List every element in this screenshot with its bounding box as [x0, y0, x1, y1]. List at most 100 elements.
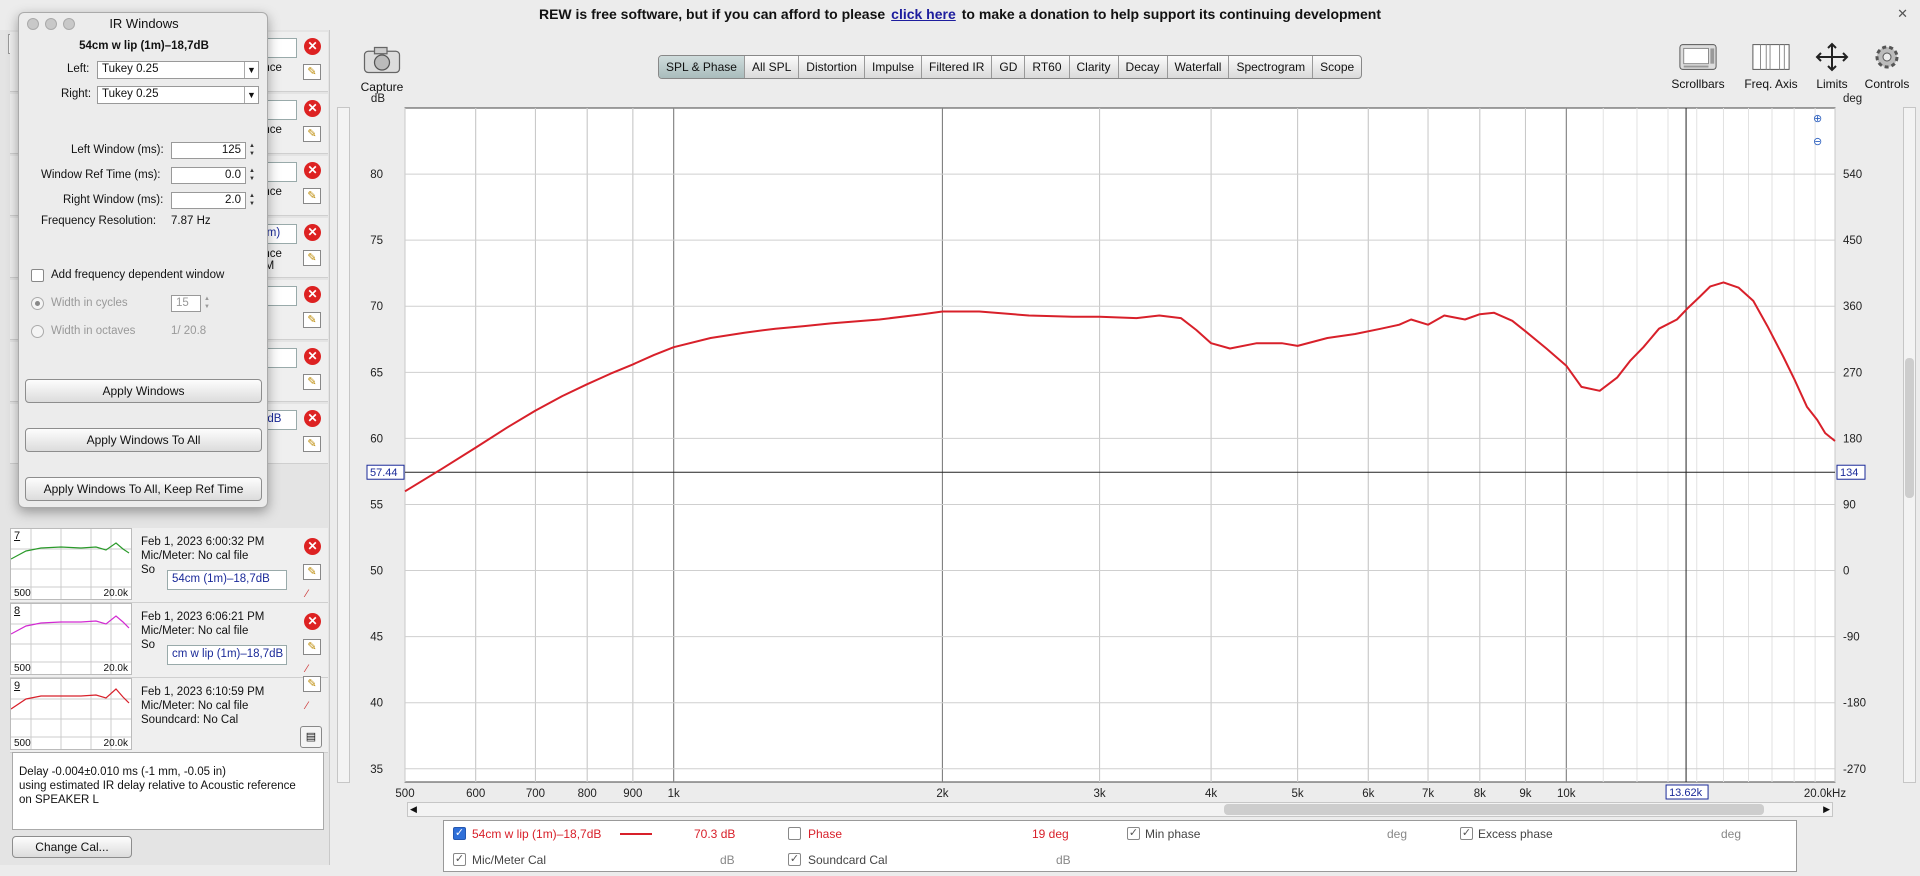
width-cycles-radio[interactable]	[31, 297, 44, 310]
change-cal-button[interactable]: Change Cal...	[12, 836, 132, 858]
tab-impulse[interactable]: Impulse	[865, 56, 923, 78]
pen-icon[interactable]: ⁄	[306, 663, 320, 675]
tab-decay[interactable]: Decay	[1119, 56, 1168, 78]
measurement-number: 8	[14, 605, 21, 617]
tab-filtered-ir[interactable]: Filtered IR	[922, 56, 993, 78]
mic-cal-checkbox[interactable]: ✓	[453, 853, 466, 866]
min-phase-checkbox[interactable]: ✓	[1127, 827, 1140, 840]
spl-phase-chart[interactable]: 500 600 700 800 900 1k 2k 3k 4k 5k 6k 7k 8k 9k 10k 20.0…	[330, 92, 1870, 802]
soundcard-cal-checkbox[interactable]: ✓	[788, 853, 801, 866]
excess-phase-label: Excess phase	[1478, 827, 1553, 841]
trace-color-swatch[interactable]	[620, 833, 652, 835]
delete-measurement-button[interactable]: ✕	[304, 538, 321, 555]
level-scroll-thumb[interactable]	[1905, 358, 1914, 498]
capture-button[interactable]: Capture	[358, 45, 406, 94]
delete-measurement-button[interactable]: ✕	[304, 224, 321, 241]
controls-label: Controls	[1864, 77, 1910, 91]
apply-windows-to-all-button[interactable]: Apply Windows To All	[25, 428, 262, 452]
notes-icon[interactable]: ▤	[300, 726, 322, 748]
excess-phase-checkbox[interactable]: ✓	[1460, 827, 1473, 840]
tab-distortion[interactable]: Distortion	[799, 56, 865, 78]
edit-icon[interactable]: ✎	[303, 436, 321, 452]
measurement-name-field[interactable]: 54cm (1m)–18,7dB	[167, 570, 287, 590]
width-cycles-label: Width in cycles	[51, 297, 128, 309]
controls-button[interactable]: Controls	[1862, 42, 1912, 91]
apply-windows-keep-ref-button[interactable]: Apply Windows To All, Keep Ref Time	[25, 477, 262, 501]
edit-icon[interactable]: ✎	[303, 676, 321, 692]
phase-checkbox[interactable]	[788, 827, 801, 840]
ref-time-stepper[interactable]: ▲ ▼	[247, 167, 257, 184]
left-window-field[interactable]: 125	[171, 142, 246, 159]
delete-measurement-button[interactable]: ✕	[304, 162, 321, 179]
tab-waterfall[interactable]: Waterfall	[1168, 56, 1230, 78]
right-window-field[interactable]: 2.0	[171, 192, 246, 209]
left-window-stepper[interactable]: ▲ ▼	[247, 142, 257, 159]
edit-icon[interactable]: ✎	[303, 374, 321, 390]
zoom-out-icon[interactable]: ⊖	[1813, 135, 1822, 148]
edit-icon[interactable]: ✎	[303, 639, 321, 655]
scrollbars-button[interactable]: Scrollbars	[1668, 42, 1728, 91]
cycles-field[interactable]: 15	[171, 295, 201, 312]
tab-all-spl[interactable]: All SPL	[745, 56, 800, 78]
scroll-left-icon[interactable]: ◀	[410, 804, 417, 815]
y-tick-label: 80	[370, 169, 383, 181]
note-line-1: Delay -0.004±0.010 ms (-1 mm, -0.05 in)	[19, 766, 226, 778]
delete-measurement-button[interactable]: ✕	[304, 286, 321, 303]
delete-measurement-button[interactable]: ✕	[304, 38, 321, 55]
delete-measurement-button[interactable]: ✕	[304, 100, 321, 117]
width-octaves-radio[interactable]	[31, 325, 44, 338]
left-window-type-select[interactable]: Tukey 0.25 ▼	[97, 61, 259, 79]
zoom-in-icon[interactable]: ⊕	[1813, 112, 1822, 125]
delete-measurement-button[interactable]: ✕	[304, 613, 321, 630]
measurement-thumbnail[interactable]: 9 500 20.0k	[10, 678, 132, 750]
y2-tick-label: 360	[1843, 301, 1862, 313]
tab-spectrogram[interactable]: Spectrogram	[1229, 56, 1314, 78]
measurement-number: 9	[14, 680, 21, 692]
y2-tick-label: 90	[1843, 499, 1856, 511]
edit-icon[interactable]: ✎	[303, 64, 321, 80]
y2-tick-label: -180	[1843, 698, 1866, 710]
donate-link[interactable]: click here	[891, 6, 956, 22]
right-window-stepper[interactable]: ▲ ▼	[247, 192, 257, 209]
gear-icon	[1875, 45, 1899, 69]
tab-gd[interactable]: GD	[992, 56, 1026, 78]
right-window-type-select[interactable]: Tukey 0.25 ▼	[97, 86, 259, 104]
y2-tick-label: -90	[1843, 632, 1860, 644]
right-window-type-value: Tukey 0.25	[102, 88, 159, 100]
fdw-checkbox[interactable]	[31, 269, 44, 282]
measurement-name-field[interactable]: cm w lip (1m)–18,7dB	[167, 645, 287, 665]
edit-icon[interactable]: ✎	[303, 564, 321, 580]
tab-spl-phase[interactable]: SPL & Phase	[659, 56, 745, 78]
frequency-scroll-thumb[interactable]	[1224, 804, 1764, 815]
limits-button[interactable]: Limits	[1812, 42, 1852, 91]
right-window-label: Right Window (ms):	[63, 194, 164, 206]
pen-icon[interactable]: ⁄	[306, 588, 320, 600]
ref-time-field[interactable]: 0.0	[171, 167, 246, 184]
edit-icon[interactable]: ✎	[303, 126, 321, 142]
freq-axis-button[interactable]: Freq. Axis	[1740, 42, 1802, 91]
measurement-row-7[interactable]: 7 500 20.0k Feb 1, 2023 6:00:32 PM Mic/M…	[10, 528, 328, 603]
close-icon[interactable]: ✕	[1897, 6, 1908, 22]
frequency-scrollbar[interactable]: ◀ ▶	[407, 802, 1833, 817]
trace-checkbox[interactable]: ✓	[453, 827, 466, 840]
edit-icon[interactable]: ✎	[303, 312, 321, 328]
scroll-right-icon[interactable]: ▶	[1823, 804, 1830, 815]
measurement-row-8[interactable]: 8 500 20.0k Feb 1, 2023 6:06:21 PM Mic/M…	[10, 603, 328, 678]
apply-windows-button[interactable]: Apply Windows	[25, 379, 262, 403]
pen-icon[interactable]: ⁄	[306, 700, 320, 712]
tab-rt60[interactable]: RT60	[1025, 56, 1070, 78]
measurement-row-9[interactable]: 9 500 20.0k Feb 1, 2023 6:10:59 PM Mic/M…	[10, 676, 328, 753]
tab-clarity[interactable]: Clarity	[1070, 56, 1119, 78]
measurement-thumbnail[interactable]: 7 500 20.0k	[10, 528, 132, 600]
chevron-down-icon: ▼	[244, 62, 258, 78]
measurement-thumbnail[interactable]: 8 500 20.0k	[10, 603, 132, 675]
level-scrollbar[interactable]	[1903, 107, 1916, 783]
cycles-stepper[interactable]: ▲ ▼	[202, 295, 212, 312]
edit-icon[interactable]: ✎	[303, 188, 321, 204]
edit-icon[interactable]: ✎	[303, 250, 321, 266]
measurement-notes: Delay -0.004±0.010 ms (-1 mm, -0.05 in) …	[12, 752, 324, 830]
tab-scope[interactable]: Scope	[1313, 56, 1361, 78]
y-tick-label: 65	[370, 367, 383, 379]
delete-measurement-button[interactable]: ✕	[304, 348, 321, 365]
delete-measurement-button[interactable]: ✕	[304, 410, 321, 427]
